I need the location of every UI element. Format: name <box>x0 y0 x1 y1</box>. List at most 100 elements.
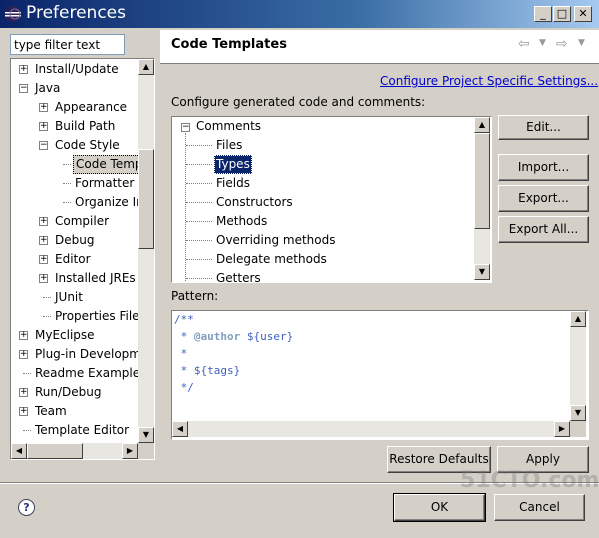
template-item-constructors[interactable]: Constructors <box>214 193 295 212</box>
templates-tree[interactable]: − Comments Files Types Fields Constructors M… <box>171 116 492 285</box>
tree-connector-line <box>186 240 212 241</box>
configure-label: Configure generated code and comments: <box>171 95 426 109</box>
page-title: Code Templates <box>171 37 287 52</box>
tree-item-junit[interactable]: JUnit <box>53 288 85 307</box>
back-dropdown-icon[interactable]: ▼ <box>539 38 546 48</box>
tree-item-install-update[interactable]: Install/Update <box>33 60 121 79</box>
pattern-editor[interactable]: /** * @author ${user} * * ${tags} */ ▲ ▼… <box>171 310 589 440</box>
template-item-getters[interactable]: Getters <box>214 269 263 288</box>
tree-item-code-style[interactable]: Code Style <box>53 136 122 155</box>
watermark: 51CTO.com <box>460 468 599 493</box>
tree-item-plug-in-developme[interactable]: Plug-in Developme <box>33 345 150 364</box>
pattern-line: * <box>174 347 188 360</box>
close-button[interactable]: ✕ <box>574 6 592 22</box>
pattern-line: */ <box>174 381 194 394</box>
minimize-button[interactable]: _ <box>534 6 552 22</box>
expand-icon[interactable]: + <box>39 103 48 112</box>
edit-button-label: Edit... <box>526 120 561 134</box>
tree-item-team[interactable]: Team <box>33 402 69 421</box>
expand-icon[interactable]: + <box>39 236 48 245</box>
preference-tree[interactable]: + Install/Update − Java + Appearance + Build Pa… <box>10 58 155 460</box>
expand-icon[interactable]: + <box>39 255 48 264</box>
tree-item-properties-file[interactable]: Properties File <box>53 307 142 326</box>
templates-scroll-down-button[interactable]: ▼ <box>474 264 490 280</box>
tree-item-organize-ir[interactable]: Organize Ir <box>73 193 143 212</box>
tree-scroll-left-button[interactable]: ◀ <box>11 443 27 459</box>
tree-item-myeclipse[interactable]: MyEclipse <box>33 326 97 345</box>
tree-item-build-path[interactable]: Build Path <box>53 117 117 136</box>
tree-item-editor[interactable]: Editor <box>53 250 93 269</box>
tree-connector-line <box>186 164 212 165</box>
eclipse-icon <box>5 6 21 22</box>
expand-icon[interactable]: + <box>19 65 28 74</box>
templates-scroll-up-button[interactable]: ▲ <box>474 117 490 133</box>
pattern-scroll-up-button[interactable]: ▲ <box>570 311 586 327</box>
expand-icon[interactable]: + <box>19 331 28 340</box>
tree-item-java[interactable]: Java <box>33 79 62 98</box>
export-button[interactable]: Export... <box>498 185 589 212</box>
tree-scroll-thumb[interactable] <box>138 149 154 249</box>
forward-dropdown-icon[interactable]: ▼ <box>578 38 585 48</box>
expand-icon[interactable]: + <box>19 407 28 416</box>
export-all-button-label: Export All... <box>508 222 579 236</box>
tree-item-appearance[interactable]: Appearance <box>53 98 129 117</box>
template-item-types[interactable]: Types <box>214 155 252 174</box>
template-item-delegate-methods[interactable]: Delegate methods <box>214 250 329 269</box>
template-item-methods[interactable]: Methods <box>214 212 269 231</box>
help-icon[interactable]: ? <box>18 499 35 516</box>
tree-item-compiler[interactable]: Compiler <box>53 212 111 231</box>
configure-project-settings-link[interactable]: Configure Project Specific Settings... <box>380 74 598 88</box>
back-arrow-icon[interactable]: ⇦ <box>518 36 530 52</box>
tree-scroll-up-button[interactable]: ▲ <box>138 59 154 75</box>
template-item-overriding-methods[interactable]: Overriding methods <box>214 231 338 250</box>
tree-connector-line <box>43 297 51 298</box>
tree-connector-line <box>43 316 51 317</box>
tree-connector-line <box>186 259 212 260</box>
ok-button[interactable]: OK <box>393 493 486 522</box>
tree-scroll-down-button[interactable]: ▼ <box>138 427 154 443</box>
window-title: Preferences <box>26 3 126 23</box>
forward-arrow-icon[interactable]: ⇨ <box>556 36 568 52</box>
export-all-button[interactable]: Export All... <box>498 216 589 243</box>
tree-connector-line <box>186 183 212 184</box>
expand-icon[interactable]: + <box>19 350 28 359</box>
pattern-scroll-right-button[interactable]: ▶ <box>554 421 570 437</box>
pattern-hscrollbar[interactable] <box>172 421 570 437</box>
tree-item-debug[interactable]: Debug <box>53 231 96 250</box>
tree-connector-line <box>23 373 31 374</box>
expand-icon[interactable]: + <box>39 274 48 283</box>
collapse-icon[interactable]: − <box>39 141 48 150</box>
filter-input[interactable] <box>10 34 125 55</box>
tree-item-installed-jres[interactable]: Installed JREs <box>53 269 138 288</box>
title-bar[interactable]: Preferences _ □ ✕ <box>0 0 599 28</box>
tree-item-readme-example[interactable]: Readme Example <box>33 364 142 383</box>
import-button[interactable]: Import... <box>498 154 589 181</box>
cancel-label: Cancel <box>519 500 560 514</box>
collapse-icon[interactable]: − <box>19 84 28 93</box>
templates-scroll-thumb[interactable] <box>474 133 490 229</box>
tree-vscrollbar[interactable] <box>138 59 154 443</box>
tree-item-code-temp[interactable]: Code Temp <box>73 155 146 174</box>
pattern-scroll-down-button[interactable]: ▼ <box>570 405 586 421</box>
tree-connector-line <box>63 164 71 165</box>
tree-item-formatter[interactable]: Formatter <box>73 174 136 193</box>
tree-connector-line <box>63 202 71 203</box>
template-item-fields[interactable]: Fields <box>214 174 252 193</box>
expand-icon[interactable]: + <box>39 122 48 131</box>
maximize-button[interactable]: □ <box>553 6 571 22</box>
template-root-comments[interactable]: Comments <box>196 117 261 136</box>
tree-connector-line <box>23 430 31 431</box>
cancel-button[interactable]: Cancel <box>494 494 585 521</box>
tree-connector-line <box>186 221 212 222</box>
tree-item-template-editor[interactable]: Template Editor <box>33 421 131 440</box>
tree-item-run-debug[interactable]: Run/Debug <box>33 383 104 402</box>
import-button-label: Import... <box>517 160 570 174</box>
tree-hscroll-thumb[interactable] <box>27 443 83 459</box>
edit-button[interactable]: Edit... <box>498 115 589 140</box>
expand-icon[interactable]: + <box>39 217 48 226</box>
template-item-files[interactable]: Files <box>214 136 244 155</box>
tree-scroll-right-button[interactable]: ▶ <box>122 443 138 459</box>
pattern-scroll-left-button[interactable]: ◀ <box>172 421 188 437</box>
expand-icon[interactable]: + <box>19 388 28 397</box>
comments-collapse-icon[interactable]: − <box>181 123 190 132</box>
